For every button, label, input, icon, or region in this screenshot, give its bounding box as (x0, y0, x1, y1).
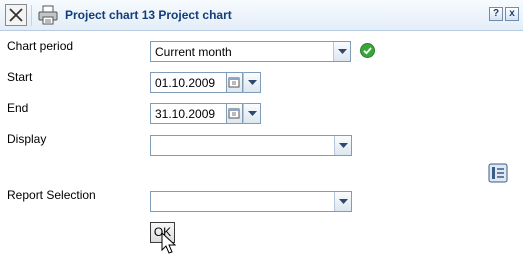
calendar-icon[interactable] (227, 72, 243, 93)
help-button[interactable]: ? (489, 7, 503, 21)
chart-period-label: Chart period (7, 39, 74, 53)
close-icon[interactable] (5, 4, 27, 26)
chevron-down-icon[interactable] (334, 136, 351, 155)
end-label: End (7, 101, 29, 115)
chevron-down-icon[interactable] (243, 72, 261, 93)
chevron-down-icon[interactable] (334, 192, 351, 211)
display-label: Display (7, 132, 47, 146)
window-close-button[interactable]: x (505, 7, 519, 21)
mouse-cursor-icon (161, 231, 177, 256)
calendar-icon[interactable] (227, 103, 243, 124)
toolbar-separator (31, 5, 32, 26)
check-icon (360, 43, 375, 58)
start-label: Start (7, 70, 33, 84)
display-select[interactable] (150, 135, 352, 156)
end-date-value: 31.10.2009 (155, 107, 216, 121)
print-icon[interactable] (37, 4, 59, 26)
window-title: Project chart 13 Project chart (65, 8, 232, 22)
report-selection-label: Report Selection (7, 188, 96, 202)
report-selection-select[interactable] (150, 191, 352, 212)
list-icon[interactable] (488, 163, 508, 183)
window-titlebar: Project chart 13 Project chart ? x (0, 0, 523, 31)
chevron-down-icon[interactable] (333, 42, 350, 61)
start-date-input[interactable]: 01.10.2009 (150, 72, 227, 93)
end-date-input[interactable]: 31.10.2009 (150, 103, 227, 124)
chart-period-select[interactable]: Current month (150, 41, 351, 62)
start-date-value: 01.10.2009 (155, 76, 216, 90)
chevron-down-icon[interactable] (243, 103, 261, 124)
chart-period-value: Current month (155, 45, 232, 59)
